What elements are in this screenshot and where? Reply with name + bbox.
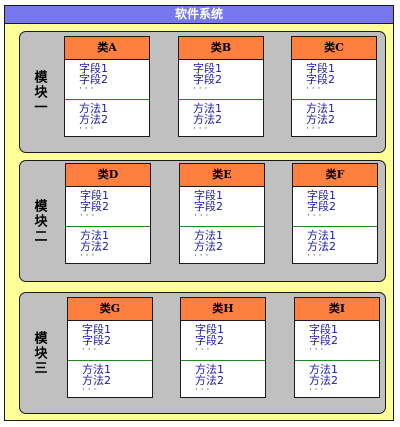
ellipsis: · · · bbox=[194, 211, 209, 221]
field-section: 字段1 字段2 · · · bbox=[292, 60, 376, 96]
field-section: 字段1 字段2 · · · bbox=[295, 321, 379, 357]
ellipsis: · · · bbox=[307, 251, 322, 261]
class-name: 类D bbox=[66, 164, 150, 187]
field-section: 字段1 字段2 · · · bbox=[181, 321, 265, 357]
module-1: 模块一 类A 字段1 字段2 · · · 方法1 方法2 · · · 类B 字段… bbox=[19, 31, 386, 153]
field-section: 字段1 字段2 · · · bbox=[66, 187, 150, 223]
ellipsis: · · · bbox=[79, 124, 94, 134]
class-name: 类I bbox=[295, 298, 379, 321]
class-box-g: 类G 字段1 字段2 · · · 方法1 方法2 · · · bbox=[67, 297, 153, 398]
ellipsis: · · · bbox=[79, 84, 94, 94]
ellipsis: · · · bbox=[193, 124, 208, 134]
ellipsis: · · · bbox=[195, 385, 210, 395]
method-section: 方法1 方法2 · · · bbox=[293, 227, 377, 263]
class-box-h: 类H 字段1 字段2 · · · 方法1 方法2 · · · bbox=[180, 297, 266, 398]
class-box-e: 类E 字段1 字段2 · · · 方法1 方法2 · · · bbox=[179, 163, 265, 264]
field-section: 字段1 字段2 · · · bbox=[68, 321, 152, 357]
ellipsis: · · · bbox=[82, 385, 97, 395]
class-name: 类H bbox=[181, 298, 265, 321]
module-3-label: 模块三 bbox=[31, 330, 47, 376]
module-1-label: 模块一 bbox=[31, 69, 47, 115]
class-name: 类A bbox=[65, 37, 149, 60]
module-2: 模块二 类D 字段1 字段2 · · · 方法1 方法2 · · · 类E 字段… bbox=[19, 160, 386, 282]
class-box-a: 类A 字段1 字段2 · · · 方法1 方法2 · · · bbox=[64, 36, 150, 137]
class-box-i: 类I 字段1 字段2 · · · 方法1 方法2 · · · bbox=[294, 297, 380, 398]
ellipsis: · · · bbox=[80, 211, 95, 221]
module-label: 模块三 bbox=[24, 293, 54, 413]
ellipsis: · · · bbox=[194, 251, 209, 261]
ellipsis: · · · bbox=[307, 211, 322, 221]
ellipsis: · · · bbox=[193, 84, 208, 94]
module-label: 模块二 bbox=[24, 161, 54, 281]
class-box-f: 类F 字段1 字段2 · · · 方法1 方法2 · · · bbox=[292, 163, 378, 264]
method-section: 方法1 方法2 · · · bbox=[179, 100, 263, 136]
class-name: 类B bbox=[179, 37, 263, 60]
ellipsis: · · · bbox=[82, 345, 97, 355]
class-box-d: 类D 字段1 字段2 · · · 方法1 方法2 · · · bbox=[65, 163, 151, 264]
software-system-container: 软件系统 模块一 类A 字段1 字段2 · · · 方法1 方法2 · · · … bbox=[4, 5, 394, 421]
module-3: 模块三 类G 字段1 字段2 · · · 方法1 方法2 · · · 类H 字段… bbox=[19, 292, 386, 414]
class-name: 类F bbox=[293, 164, 377, 187]
ellipsis: · · · bbox=[195, 345, 210, 355]
method-section: 方法1 方法2 · · · bbox=[180, 227, 264, 263]
field-section: 字段1 字段2 · · · bbox=[65, 60, 149, 96]
method-section: 方法1 方法2 · · · bbox=[68, 361, 152, 397]
method-section: 方法1 方法2 · · · bbox=[295, 361, 379, 397]
method-section: 方法1 方法2 · · · bbox=[66, 227, 150, 263]
method-section: 方法1 方法2 · · · bbox=[181, 361, 265, 397]
ellipsis: · · · bbox=[80, 251, 95, 261]
class-name: 类E bbox=[180, 164, 264, 187]
module-label: 模块一 bbox=[24, 32, 54, 152]
ellipsis: · · · bbox=[309, 345, 324, 355]
method-section: 方法1 方法2 · · · bbox=[65, 100, 149, 136]
class-box-c: 类C 字段1 字段2 · · · 方法1 方法2 · · · bbox=[291, 36, 377, 137]
system-title: 软件系统 bbox=[5, 6, 393, 24]
method-section: 方法1 方法2 · · · bbox=[292, 100, 376, 136]
ellipsis: · · · bbox=[306, 124, 321, 134]
field-section: 字段1 字段2 · · · bbox=[180, 187, 264, 223]
ellipsis: · · · bbox=[306, 84, 321, 94]
class-name: 类C bbox=[292, 37, 376, 60]
field-section: 字段1 字段2 · · · bbox=[179, 60, 263, 96]
class-name: 类G bbox=[68, 298, 152, 321]
ellipsis: · · · bbox=[309, 385, 324, 395]
class-box-b: 类B 字段1 字段2 · · · 方法1 方法2 · · · bbox=[178, 36, 264, 137]
field-section: 字段1 字段2 · · · bbox=[293, 187, 377, 223]
module-2-label: 模块二 bbox=[31, 198, 47, 244]
